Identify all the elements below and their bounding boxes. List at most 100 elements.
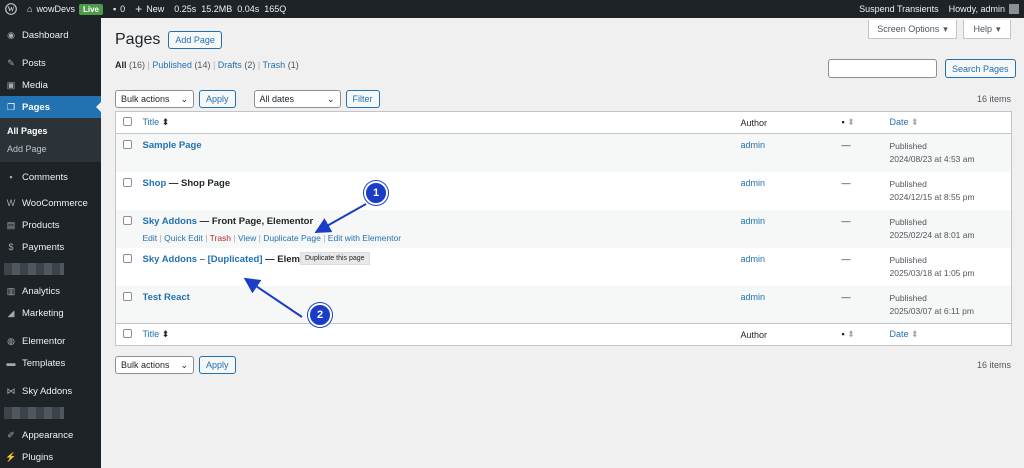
menu-elementor[interactable]: ◍ Elementor [0, 330, 101, 352]
menu-woocommerce[interactable]: W WooCommerce [0, 192, 101, 214]
menu-media[interactable]: ▣ Media [0, 74, 101, 96]
menu-pages[interactable]: ❐ Pages [0, 96, 101, 118]
author-link[interactable]: admin [741, 178, 766, 188]
comments-count: 0 [120, 4, 126, 14]
avatar [1009, 4, 1019, 14]
trash-link[interactable]: Trash [210, 233, 231, 243]
row-checkbox[interactable] [123, 215, 132, 225]
apply-button-bottom[interactable]: Apply [199, 356, 236, 374]
menu-analytics[interactable]: ▥ Analytics [0, 280, 101, 302]
column-title-label: Title [142, 117, 160, 127]
menu-templates[interactable]: ▬ Templates [0, 352, 101, 374]
chevron-down-icon: ⌄ [180, 93, 188, 104]
bulk-actions-value: Bulk actions [121, 360, 170, 370]
filter-trash[interactable]: Trash (1) [263, 60, 299, 70]
column-title-label: Title [142, 329, 160, 339]
home-icon: ⌂ [27, 4, 33, 14]
howdy-account-menu[interactable]: Howdy, admin [944, 0, 1024, 18]
menu-marketing[interactable]: ◢ Marketing [0, 302, 101, 324]
menu-products[interactable]: ▤ Products [0, 214, 101, 236]
column-date[interactable]: Date ⬍ [889, 111, 1012, 134]
view-link[interactable]: View [238, 233, 256, 243]
comments-count: — [841, 253, 851, 264]
filter-button[interactable]: Filter [345, 90, 380, 108]
live-badge: Live [78, 3, 103, 15]
select-all-checkbox[interactable] [123, 117, 132, 126]
row-actions: Edit | Quick Edit | Trash | View | Dupli… [142, 232, 402, 243]
menu-label: Pages [22, 101, 50, 113]
comments-count: — [841, 291, 851, 302]
sky-addons-icon: ⋈ [6, 385, 16, 396]
menu-payments[interactable]: $ Payments [0, 236, 101, 258]
page-title-link[interactable]: Sky Addons [143, 216, 198, 227]
menu-plugins[interactable]: ⚡ Plugins [0, 446, 101, 468]
add-page-button[interactable]: Add Page [168, 31, 222, 49]
admin-sidebar: ◉ Dashboard ✎ Posts ▣ Media ❐ Pages All Page… [0, 18, 101, 468]
plus-icon: + [135, 2, 143, 16]
row-checkbox[interactable] [123, 253, 132, 263]
filter-all[interactable]: All (16) [115, 60, 145, 70]
pages-submenu: All Pages Add Page [0, 118, 101, 162]
page-title-link[interactable]: Sample Page [143, 140, 202, 151]
menu-label: Products [22, 219, 60, 231]
menu-posts[interactable]: ✎ Posts [0, 52, 101, 74]
column-comments[interactable]: ▪ ⬍ [841, 111, 890, 134]
author-link[interactable]: admin [741, 140, 766, 150]
apply-button[interactable]: Apply [199, 90, 236, 108]
search-input[interactable] [828, 59, 937, 78]
admin-bar: W ⌂ wowDevs Live ▪ 0 + New 0.25s 15.2MB … [0, 0, 1024, 18]
author-link[interactable]: admin [741, 292, 766, 302]
column-title[interactable]: Title ⬍ [142, 323, 741, 346]
menu-sky-addons[interactable]: ⋈ Sky Addons [0, 380, 101, 402]
wordpress-logo-icon[interactable]: W [0, 0, 22, 18]
help-label: Help [973, 24, 992, 34]
date-filter-value: All dates [259, 94, 295, 104]
row-checkbox[interactable] [123, 177, 132, 187]
menu-dashboard[interactable]: ◉ Dashboard [0, 24, 101, 46]
edit-link[interactable]: Edit [143, 233, 158, 243]
row-checkbox[interactable] [123, 291, 132, 301]
filter-drafts[interactable]: Drafts (2) [218, 60, 256, 70]
search-pages-button[interactable]: Search Pages [945, 59, 1016, 78]
column-title[interactable]: Title ⬍ [142, 111, 741, 134]
bulk-actions-select-bottom[interactable]: Bulk actions ⌄ [115, 356, 194, 374]
row-checkbox[interactable] [123, 140, 132, 149]
site-name: wowDevs [36, 4, 75, 14]
table-row: Test React admin — Published 2025/03/07 a… [115, 285, 1012, 324]
page-title-link[interactable]: Test React [143, 292, 190, 303]
date-status: Published [889, 141, 927, 151]
date-filter-select[interactable]: All dates ⌄ [253, 90, 341, 108]
column-comments[interactable]: ▪ ⬍ [841, 323, 890, 346]
author-link[interactable]: admin [741, 216, 766, 226]
column-date[interactable]: Date ⬍ [889, 323, 1012, 346]
edit-with-elementor-link[interactable]: Edit with Elementor [328, 233, 401, 243]
new-label: New [146, 4, 165, 14]
page-state: — Shop Page [166, 177, 231, 189]
comment-bubble-icon: ▪ [841, 329, 845, 339]
page-title-link[interactable]: Sky Addons – [Duplicated] [143, 254, 263, 265]
query-monitor-stats[interactable]: 0.25s 15.2MB 0.04s 165Q [169, 0, 291, 18]
products-icon: ▤ [6, 219, 16, 230]
page-title: Pages [115, 31, 161, 48]
comments-link[interactable]: ▪ 0 [108, 0, 130, 18]
site-name-link[interactable]: ⌂ wowDevs Live [22, 0, 108, 18]
bulk-actions-select[interactable]: Bulk actions ⌄ [115, 90, 194, 108]
column-date-label: Date [889, 329, 909, 339]
submenu-all-pages[interactable]: All Pages [0, 122, 101, 140]
howdy-label: Howdy, admin [948, 4, 1005, 14]
menu-comments[interactable]: ▪ Comments [0, 166, 101, 188]
screen-options-button[interactable]: Screen Options ▾ [868, 20, 957, 39]
new-content-link[interactable]: + New [130, 0, 169, 18]
help-button[interactable]: Help ▾ [963, 20, 1011, 39]
page-title-link[interactable]: Shop [143, 178, 167, 189]
column-author: Author [740, 111, 842, 134]
woocommerce-icon: W [6, 198, 16, 208]
filter-published[interactable]: Published (14) [152, 60, 210, 70]
select-all-checkbox[interactable] [123, 329, 132, 338]
menu-appearance[interactable]: ✐ Appearance [0, 424, 101, 446]
quick-edit-link[interactable]: Quick Edit [164, 233, 203, 243]
duplicate-page-link[interactable]: Duplicate Page [263, 233, 321, 243]
author-link[interactable]: admin [741, 254, 766, 264]
suspend-transients-link[interactable]: Suspend Transients [854, 0, 944, 18]
submenu-add-page[interactable]: Add Page [0, 140, 101, 158]
